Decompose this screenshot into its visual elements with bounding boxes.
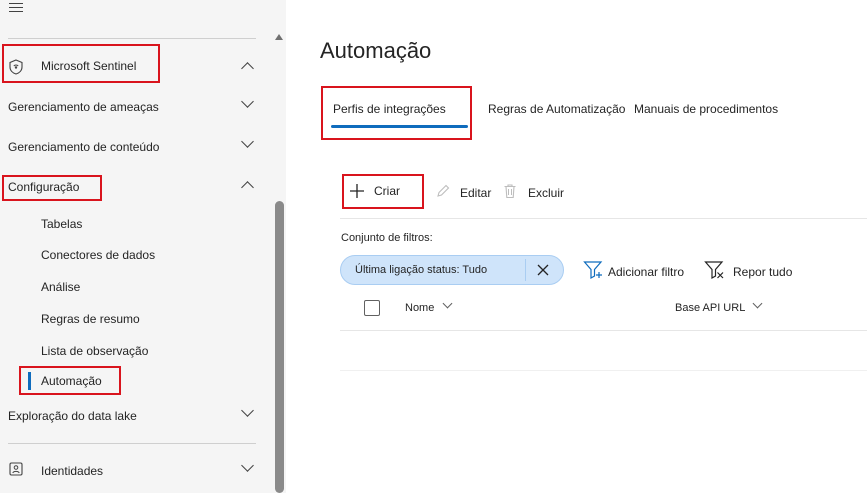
- filter-pill[interactable]: Última ligação status: Tudo: [340, 255, 564, 285]
- chevron-down-icon[interactable]: [241, 404, 254, 417]
- add-filter-button[interactable]: Adicionar filtro: [608, 265, 684, 279]
- filter-pill-text: Última ligação status: Tudo: [355, 264, 488, 276]
- highlight-box: [342, 174, 424, 209]
- chevron-down-icon[interactable]: [442, 298, 453, 309]
- sidebar-divider: [8, 443, 256, 444]
- highlight-box: [321, 86, 472, 140]
- sidebar-subitem-watchlist[interactable]: Lista de observação: [41, 344, 148, 358]
- sidebar-subitem-tables[interactable]: Tabelas: [41, 217, 82, 231]
- column-header-base-api-url[interactable]: Base API URL: [675, 302, 745, 314]
- chevron-down-icon[interactable]: [241, 459, 254, 472]
- tab-automation-rules[interactable]: Regras de Automatização: [488, 102, 625, 116]
- scroll-up-arrow-icon[interactable]: [275, 34, 283, 40]
- chevron-down-icon[interactable]: [752, 298, 763, 309]
- chevron-up-icon[interactable]: [241, 62, 254, 75]
- highlight-box: [2, 44, 160, 83]
- edit-pencil-icon[interactable]: [435, 183, 451, 199]
- chevron-down-icon[interactable]: [241, 95, 254, 108]
- chevron-down-icon[interactable]: [241, 135, 254, 148]
- filter-pill-separator: [525, 259, 526, 281]
- identity-card-icon: [9, 462, 23, 476]
- reset-filter-icon[interactable]: [704, 260, 726, 280]
- close-icon[interactable]: [535, 262, 551, 278]
- highlight-box: [19, 366, 121, 395]
- edit-button[interactable]: Editar: [460, 186, 491, 200]
- sidebar-subitem-summary-rules[interactable]: Regras de resumo: [41, 312, 140, 326]
- hamburger-menu-icon[interactable]: [9, 3, 23, 13]
- delete-button[interactable]: Excluir: [528, 186, 564, 200]
- sidebar-subitem-analytics[interactable]: Análise: [41, 280, 80, 294]
- select-all-checkbox[interactable]: [364, 300, 380, 316]
- scrollbar-thumb[interactable]: [275, 201, 284, 493]
- delete-trash-icon[interactable]: [502, 182, 518, 199]
- highlight-box: [2, 175, 102, 201]
- tab-playbooks[interactable]: Manuais de procedimentos: [634, 102, 778, 116]
- filter-set-label: Conjunto de filtros:: [341, 232, 433, 244]
- table-bottom-divider: [340, 370, 867, 371]
- sidebar-subitem-data-connectors[interactable]: Conectores de dados: [41, 248, 155, 262]
- sidebar-item-content-management[interactable]: Gerenciamento de conteúdo: [8, 140, 159, 154]
- column-header-name[interactable]: Nome: [405, 302, 434, 314]
- sidebar-item-data-lake-exploration[interactable]: Exploração do data lake: [8, 409, 137, 423]
- add-filter-icon[interactable]: [583, 260, 605, 280]
- sidebar-item-threat-management[interactable]: Gerenciamento de ameaças: [8, 100, 159, 114]
- chevron-up-icon[interactable]: [241, 181, 254, 194]
- page-title: Automação: [320, 38, 432, 63]
- sidebar-divider: [8, 38, 256, 39]
- reset-all-button[interactable]: Repor tudo: [733, 265, 792, 279]
- table-header-divider: [340, 330, 867, 331]
- toolbar-divider: [340, 218, 867, 219]
- sidebar-item-identities[interactable]: Identidades: [41, 464, 103, 478]
